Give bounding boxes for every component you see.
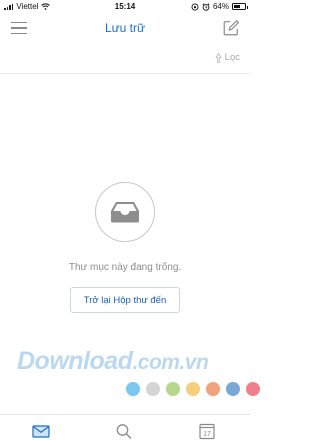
calendar-day: 17 [203, 431, 211, 438]
mail-icon[interactable] [31, 422, 51, 440]
watermark-dot [226, 382, 240, 396]
watermark-suffix: .com.vn [132, 351, 209, 374]
watermark-dots [126, 382, 260, 396]
orientation-lock-icon [191, 3, 199, 10]
watermark-logo: Download.com.vn [17, 347, 209, 376]
calendar-frame: 17 [199, 423, 215, 440]
inbox-tray-icon [111, 202, 139, 223]
alarm-icon [202, 2, 210, 11]
watermark-dot [246, 382, 260, 396]
watermark-dot [126, 382, 140, 396]
status-bar: Viettel 15:14 64% [0, 0, 250, 14]
battery-icon [232, 3, 248, 10]
compose-icon[interactable] [222, 19, 240, 37]
watermark-dot [206, 382, 220, 396]
watermark-dot [186, 382, 200, 396]
back-to-inbox-button[interactable]: Trở lại Hộp thư đến [70, 287, 180, 313]
header: Lưu trữ [0, 14, 250, 42]
search-icon[interactable] [114, 422, 134, 440]
bottom-tab-bar: 17 [0, 414, 250, 445]
watermark-dot [146, 382, 160, 396]
filter-icon [215, 52, 222, 63]
divider [0, 73, 250, 74]
watermark-brand: Download [17, 347, 133, 375]
status-right: 64% [191, 2, 248, 11]
empty-state-message: Thư mục này đang trống. [68, 262, 182, 273]
calendar-icon[interactable]: 17 [197, 422, 217, 440]
watermark-dot [166, 382, 180, 396]
filter-label: Lọc [224, 52, 240, 63]
filter-button[interactable]: Lọc [215, 52, 240, 63]
battery-percent: 64% [212, 2, 229, 11]
empty-state-icon-circle [95, 182, 155, 242]
page-title: Lưu trữ [104, 21, 146, 35]
